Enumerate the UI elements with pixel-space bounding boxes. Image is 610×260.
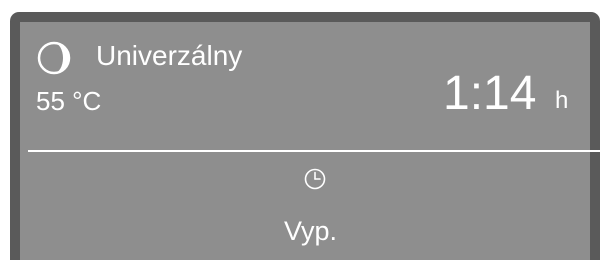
clock-icon [304,168,326,190]
display-bezel: Univerzálny 55 °C 1:14 h Vyp. [10,12,608,260]
divider [28,150,608,152]
delay-start-value: Vyp. [284,216,338,246]
temperature-value: 55 °C [36,86,102,116]
program-name: Univerzálny [96,40,243,71]
half-moon-icon [37,41,71,75]
time-unit: h [555,87,569,114]
display-screen: Univerzálny 55 °C 1:14 h Vyp. [20,22,608,260]
remaining-time: 1:14 [443,67,537,120]
